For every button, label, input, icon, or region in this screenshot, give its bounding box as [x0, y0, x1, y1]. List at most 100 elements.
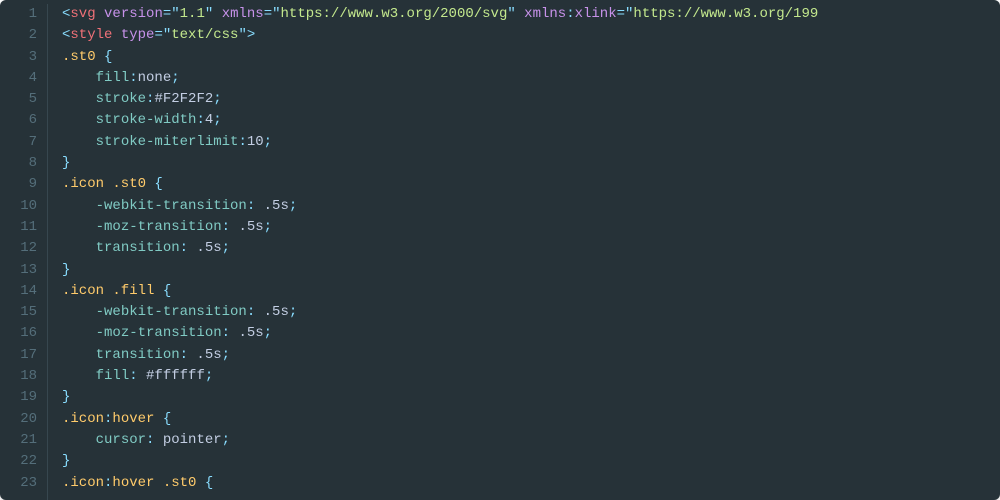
token-prop: cursor [96, 432, 146, 448]
token-str: 1.1 [180, 6, 205, 22]
code-line[interactable]: .icon .st0 { [62, 174, 1000, 195]
line-number: 18 [0, 366, 37, 387]
token-pun: } [62, 389, 70, 405]
code-line[interactable]: } [62, 387, 1000, 408]
code-line[interactable]: -webkit-transition: .5s; [62, 196, 1000, 217]
token-hex: #F2F2F2 [154, 91, 213, 107]
token-pun: : [247, 198, 255, 214]
code-line[interactable]: stroke:#F2F2F2; [62, 89, 1000, 110]
line-number: 5 [0, 89, 37, 110]
code-line[interactable]: .icon:hover { [62, 409, 1000, 430]
token-str: https://www.w3.org/2000/svg [281, 6, 508, 22]
token-prop: fill [96, 70, 130, 86]
token-pun: ; [264, 325, 272, 341]
token-pun: ; [222, 347, 230, 363]
line-number: 17 [0, 345, 37, 366]
token-pun: } [62, 453, 70, 469]
code-line[interactable]: } [62, 451, 1000, 472]
code-line[interactable]: -moz-transition: .5s; [62, 217, 1000, 238]
token-val [516, 6, 524, 22]
code-line[interactable]: fill: #ffffff; [62, 366, 1000, 387]
token-pun: " [163, 27, 171, 43]
token-pun: = [163, 6, 171, 22]
token-sel: .icon [62, 475, 104, 491]
code-area[interactable]: <svg version="1.1" xmlns="https://www.w3… [48, 4, 1000, 500]
token-pun: : [129, 70, 137, 86]
token-val [96, 49, 104, 65]
token-val [62, 219, 96, 235]
token-val: pointer [154, 432, 221, 448]
token-prop: -webkit-transition [96, 304, 247, 320]
code-line[interactable]: <style type="text/css"> [62, 25, 1000, 46]
token-val [96, 6, 104, 22]
token-val: 10 [247, 134, 264, 150]
line-number: 21 [0, 430, 37, 451]
token-val [62, 240, 96, 256]
token-val [112, 27, 120, 43]
token-val: .5s [255, 304, 289, 320]
token-val: .5s [230, 325, 264, 341]
token-pun: ; [264, 134, 272, 150]
token-prop: transition [96, 347, 180, 363]
line-number: 22 [0, 451, 37, 472]
code-line[interactable]: <svg version="1.1" xmlns="https://www.w3… [62, 4, 1000, 25]
code-line[interactable]: transition: .5s; [62, 238, 1000, 259]
token-attr: xmlns [524, 6, 566, 22]
code-line[interactable]: } [62, 260, 1000, 281]
token-val [62, 368, 96, 384]
token-pun: : [222, 325, 230, 341]
line-number: 3 [0, 47, 37, 68]
token-prop: stroke-miterlimit [96, 134, 239, 150]
token-pun: = [617, 6, 625, 22]
token-prop: fill [96, 368, 130, 384]
token-attr: xmlns [222, 6, 264, 22]
line-number: 12 [0, 238, 37, 259]
token-val: .5s [188, 347, 222, 363]
token-prop: -moz-transition [96, 219, 222, 235]
token-pun: { [163, 411, 171, 427]
token-pun: ; [171, 70, 179, 86]
code-line[interactable]: } [62, 153, 1000, 174]
token-pun: } [62, 262, 70, 278]
code-line[interactable]: fill:none; [62, 68, 1000, 89]
token-pun: { [163, 283, 171, 299]
token-prop: -webkit-transition [96, 198, 247, 214]
code-line[interactable]: transition: .5s; [62, 345, 1000, 366]
code-editor[interactable]: 1234567891011121314151617181920212223 <s… [0, 0, 1000, 500]
token-hex: #ffffff [146, 368, 205, 384]
token-attr: version [104, 6, 163, 22]
code-line[interactable]: stroke-width:4; [62, 110, 1000, 131]
token-pun: : [222, 219, 230, 235]
token-pun: ; [213, 91, 221, 107]
token-pun: ; [289, 198, 297, 214]
token-prop: stroke [96, 91, 146, 107]
line-number: 19 [0, 387, 37, 408]
token-pun: " [272, 6, 280, 22]
line-number: 8 [0, 153, 37, 174]
token-pun: : [180, 240, 188, 256]
token-sel: hover [112, 411, 154, 427]
code-line[interactable]: -moz-transition: .5s; [62, 323, 1000, 344]
line-number: 2 [0, 25, 37, 46]
code-line[interactable]: .icon .fill { [62, 281, 1000, 302]
code-line[interactable]: cursor: pointer; [62, 430, 1000, 451]
token-val: 4 [205, 112, 213, 128]
token-sel: .icon .fill [62, 283, 154, 299]
code-line[interactable]: stroke-miterlimit:10; [62, 132, 1000, 153]
token-pun: > [247, 27, 255, 43]
token-pun: " [507, 6, 515, 22]
code-line[interactable]: .st0 { [62, 47, 1000, 68]
token-pun: " [171, 6, 179, 22]
line-number: 1 [0, 4, 37, 25]
line-number: 23 [0, 473, 37, 494]
token-val: .5s [255, 198, 289, 214]
line-number: 10 [0, 196, 37, 217]
token-val [138, 368, 146, 384]
token-val [62, 347, 96, 363]
line-number: 16 [0, 323, 37, 344]
token-sel: hover .st0 [112, 475, 196, 491]
code-line[interactable]: .icon:hover .st0 { [62, 473, 1000, 494]
token-val [213, 6, 221, 22]
token-pun: = [264, 6, 272, 22]
code-line[interactable]: -webkit-transition: .5s; [62, 302, 1000, 323]
